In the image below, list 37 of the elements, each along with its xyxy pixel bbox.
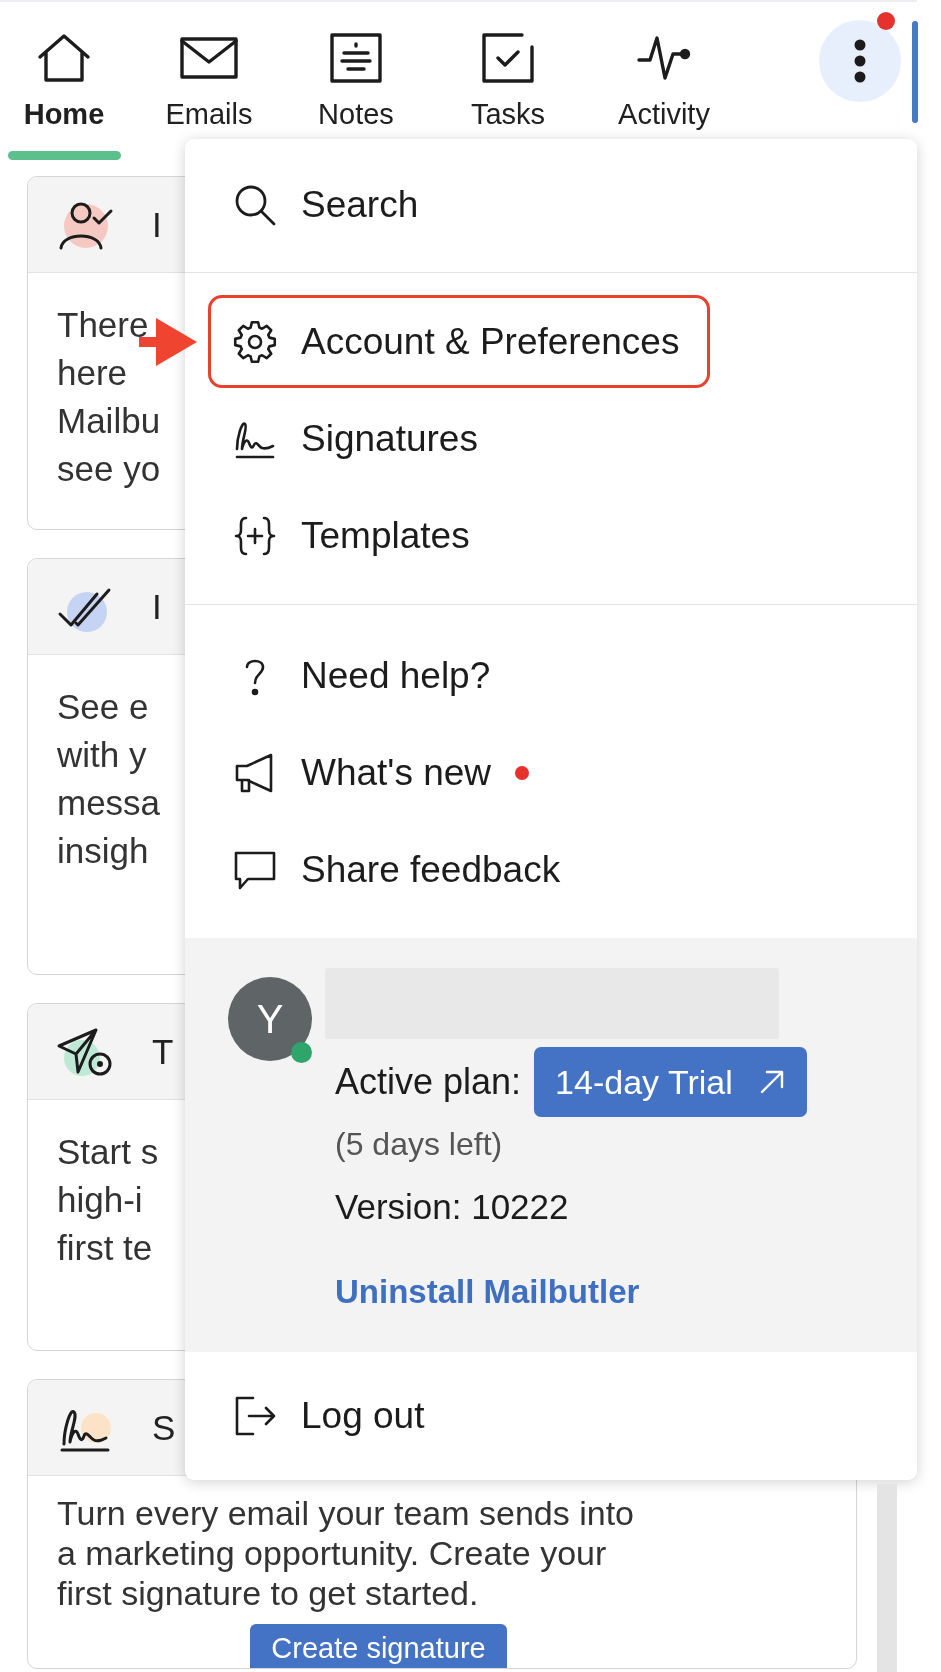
plan-label: Active plan: [335, 1061, 522, 1103]
nav-tab[interactable]: Home [7, 2, 121, 160]
trial-plan-button[interactable]: 14-day Trial [534, 1047, 807, 1117]
checkbox-icon [482, 33, 534, 83]
nav-tab[interactable]: Tasks [470, 2, 546, 132]
pulse-line-icon [637, 34, 691, 82]
create-signature-button[interactable]: Create signature [250, 1624, 507, 1668]
arrow-up-right-icon [758, 1069, 785, 1095]
scrollbar[interactable] [877, 1484, 897, 1672]
envelope-icon [180, 37, 238, 79]
menu-item[interactable]: Search [208, 158, 450, 251]
menu-item[interactable]: Signatures [208, 392, 509, 485]
card-text: There here Mailbu see yo [57, 304, 161, 490]
vertical-dots-icon [854, 39, 866, 83]
uninstall-link[interactable]: Uninstall Mailbutler [335, 1272, 640, 1312]
house-icon [37, 33, 91, 83]
nav-tab[interactable]: Notes [318, 2, 394, 132]
menu-item[interactable]: Need help? [208, 629, 522, 722]
card-title: I [152, 204, 162, 245]
card-text: See e with y messa insigh [57, 686, 161, 872]
card-title: S [152, 1407, 176, 1448]
document-icon [330, 33, 382, 83]
scrollbar-thumb[interactable] [912, 21, 918, 123]
menu-item[interactable]: Templates [208, 489, 501, 582]
menu-item[interactable]: Share feedback [208, 823, 592, 916]
card-text: Start s high-i first te [57, 1131, 159, 1269]
menu-item[interactable]: Log out [208, 1369, 456, 1462]
card-text: Turn every email your team sends into a marketing opportunity. Create your first signature to get started. [57, 1493, 635, 1613]
nav-tab[interactable]: Emails [165, 2, 253, 132]
card-title: T [152, 1031, 174, 1072]
settings-icon [233, 319, 277, 364]
version-text: Version: 10222 [335, 1187, 569, 1227]
card-title: I [152, 586, 162, 627]
nav-tab[interactable]: Activity [618, 2, 710, 132]
avatar: Y [228, 977, 312, 1061]
menu-item[interactable]: What's new [208, 726, 561, 819]
days-left-text: (5 days left) [335, 1125, 503, 1164]
